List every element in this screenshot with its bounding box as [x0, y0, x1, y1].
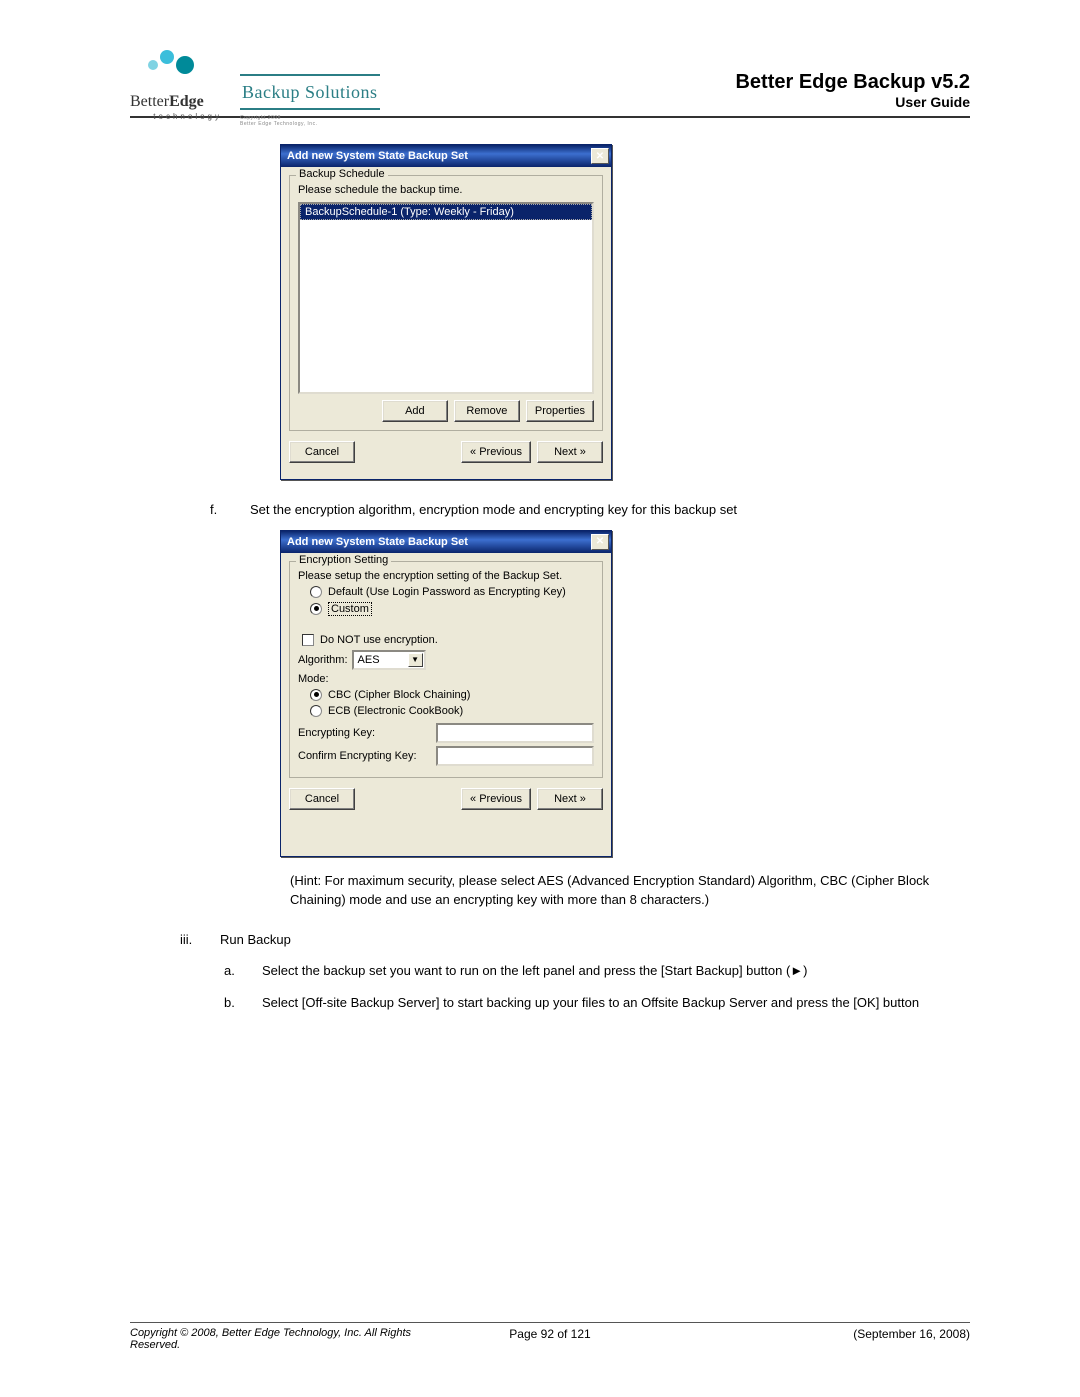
step-iii: iii. Run Backup — [180, 930, 970, 950]
close-icon[interactable]: ✕ — [591, 534, 609, 550]
next-button[interactable]: Next » — [537, 441, 603, 463]
next-button[interactable]: Next » — [537, 788, 603, 810]
confirm-key-field[interactable] — [436, 746, 594, 766]
backup-schedule-instruction: Please schedule the backup time. — [298, 184, 594, 196]
dialog2-title: Add new System State Backup Set — [287, 536, 468, 548]
algorithm-value: AES — [358, 654, 380, 666]
step-f-marker: f. — [210, 500, 232, 520]
brand-edge: Edge — [169, 93, 204, 110]
previous-button[interactable]: « Previous — [461, 441, 531, 463]
step-iii-b-text: Select [Off-site Backup Server] to start… — [262, 993, 919, 1013]
footer-date: (September 16, 2008) — [640, 1327, 970, 1351]
radio-custom-label: Custom — [328, 602, 372, 616]
step-f: f. Set the encryption algorithm, encrypt… — [210, 500, 970, 520]
step-iii-b: b. Select [Off-site Backup Server] to st… — [224, 993, 970, 1013]
cancel-button[interactable]: Cancel — [289, 788, 355, 810]
radio-mode-ecb[interactable] — [310, 705, 322, 717]
checkbox-no-encryption-label: Do NOT use encryption. — [320, 634, 438, 646]
mode-label: Mode: — [298, 673, 329, 685]
chevron-down-icon[interactable]: ▼ — [408, 653, 423, 667]
brand-better: Better — [130, 93, 169, 110]
confirm-key-label: Confirm Encrypting Key: — [298, 750, 432, 762]
radio-mode-cbc[interactable] — [310, 689, 322, 701]
radio-custom[interactable] — [310, 603, 322, 615]
page-header: BetterEdge technology Backup Solutions C… — [130, 50, 970, 118]
cancel-button[interactable]: Cancel — [289, 441, 355, 463]
algorithm-select[interactable]: AES ▼ — [352, 650, 426, 670]
schedule-list-item[interactable]: BackupSchedule-1 (Type: Weekly - Friday) — [300, 204, 592, 220]
backup-solutions-logo: Backup Solutions Copyright 2008 Better E… — [240, 74, 380, 110]
footer-copyright: Copyright © 2008, Better Edge Technology… — [130, 1327, 460, 1351]
checkbox-no-encryption[interactable] — [302, 634, 314, 646]
encryption-instruction: Please setup the encryption setting of t… — [298, 570, 594, 582]
step-f-text: Set the encryption algorithm, encryption… — [250, 500, 737, 520]
step-iii-a: a. Select the backup set you want to run… — [224, 961, 970, 981]
logo-area: BetterEdge technology Backup Solutions C… — [130, 50, 380, 110]
step-iii-marker: iii. — [180, 930, 202, 950]
dialog-backup-schedule: Add new System State Backup Set ✕ Backup… — [280, 144, 612, 480]
product-title: Better Edge Backup v5.2 — [735, 71, 970, 94]
radio-default[interactable] — [310, 586, 322, 598]
radio-mode-ecb-label: ECB (Electronic CookBook) — [328, 705, 463, 717]
encryption-legend: Encryption Setting — [296, 554, 391, 566]
encryption-group: Encryption Setting Please setup the encr… — [289, 561, 603, 778]
dialog-encryption: Add new System State Backup Set ✕ Encryp… — [280, 530, 612, 857]
dialog1-title: Add new System State Backup Set — [287, 150, 468, 162]
add-button[interactable]: Add — [382, 400, 448, 422]
page: BetterEdge technology Backup Solutions C… — [0, 0, 1080, 1397]
properties-button[interactable]: Properties — [526, 400, 594, 422]
dialog1-titlebar: Add new System State Backup Set ✕ — [281, 145, 611, 167]
step-iii-text: Run Backup — [220, 930, 291, 950]
schedule-list[interactable]: BackupSchedule-1 (Type: Weekly - Friday) — [298, 202, 594, 394]
step-iii-a-text: Select the backup set you want to run on… — [262, 961, 807, 981]
remove-button[interactable]: Remove — [454, 400, 520, 422]
hint-text: (Hint: For maximum security, please sele… — [290, 871, 970, 910]
footer-page: Page 92 of 121 — [460, 1327, 640, 1351]
radio-default-label: Default (Use Login Password as Encryptin… — [328, 586, 566, 598]
header-right: Better Edge Backup v5.2 User Guide — [735, 71, 970, 110]
previous-button[interactable]: « Previous — [461, 788, 531, 810]
encrypting-key-field[interactable] — [436, 723, 594, 743]
radio-mode-cbc-label: CBC (Cipher Block Chaining) — [328, 689, 470, 701]
algorithm-label: Algorithm: — [298, 654, 348, 666]
dialog2-titlebar: Add new System State Backup Set ✕ — [281, 531, 611, 553]
body-area: Add new System State Backup Set ✕ Backup… — [130, 118, 970, 1012]
step-iii-b-marker: b. — [224, 993, 244, 1013]
encrypting-key-label: Encrypting Key: — [298, 727, 432, 739]
page-footer: Copyright © 2008, Better Edge Technology… — [130, 1322, 970, 1351]
brand-tagline: technology — [153, 112, 222, 121]
close-icon[interactable]: ✕ — [591, 148, 609, 164]
product-subtitle: User Guide — [735, 94, 970, 110]
backup-schedule-group: Backup Schedule Please schedule the back… — [289, 175, 603, 431]
betteredge-logo: BetterEdge technology — [130, 50, 220, 110]
backup-schedule-legend: Backup Schedule — [296, 168, 388, 180]
step-iii-a-marker: a. — [224, 961, 244, 981]
